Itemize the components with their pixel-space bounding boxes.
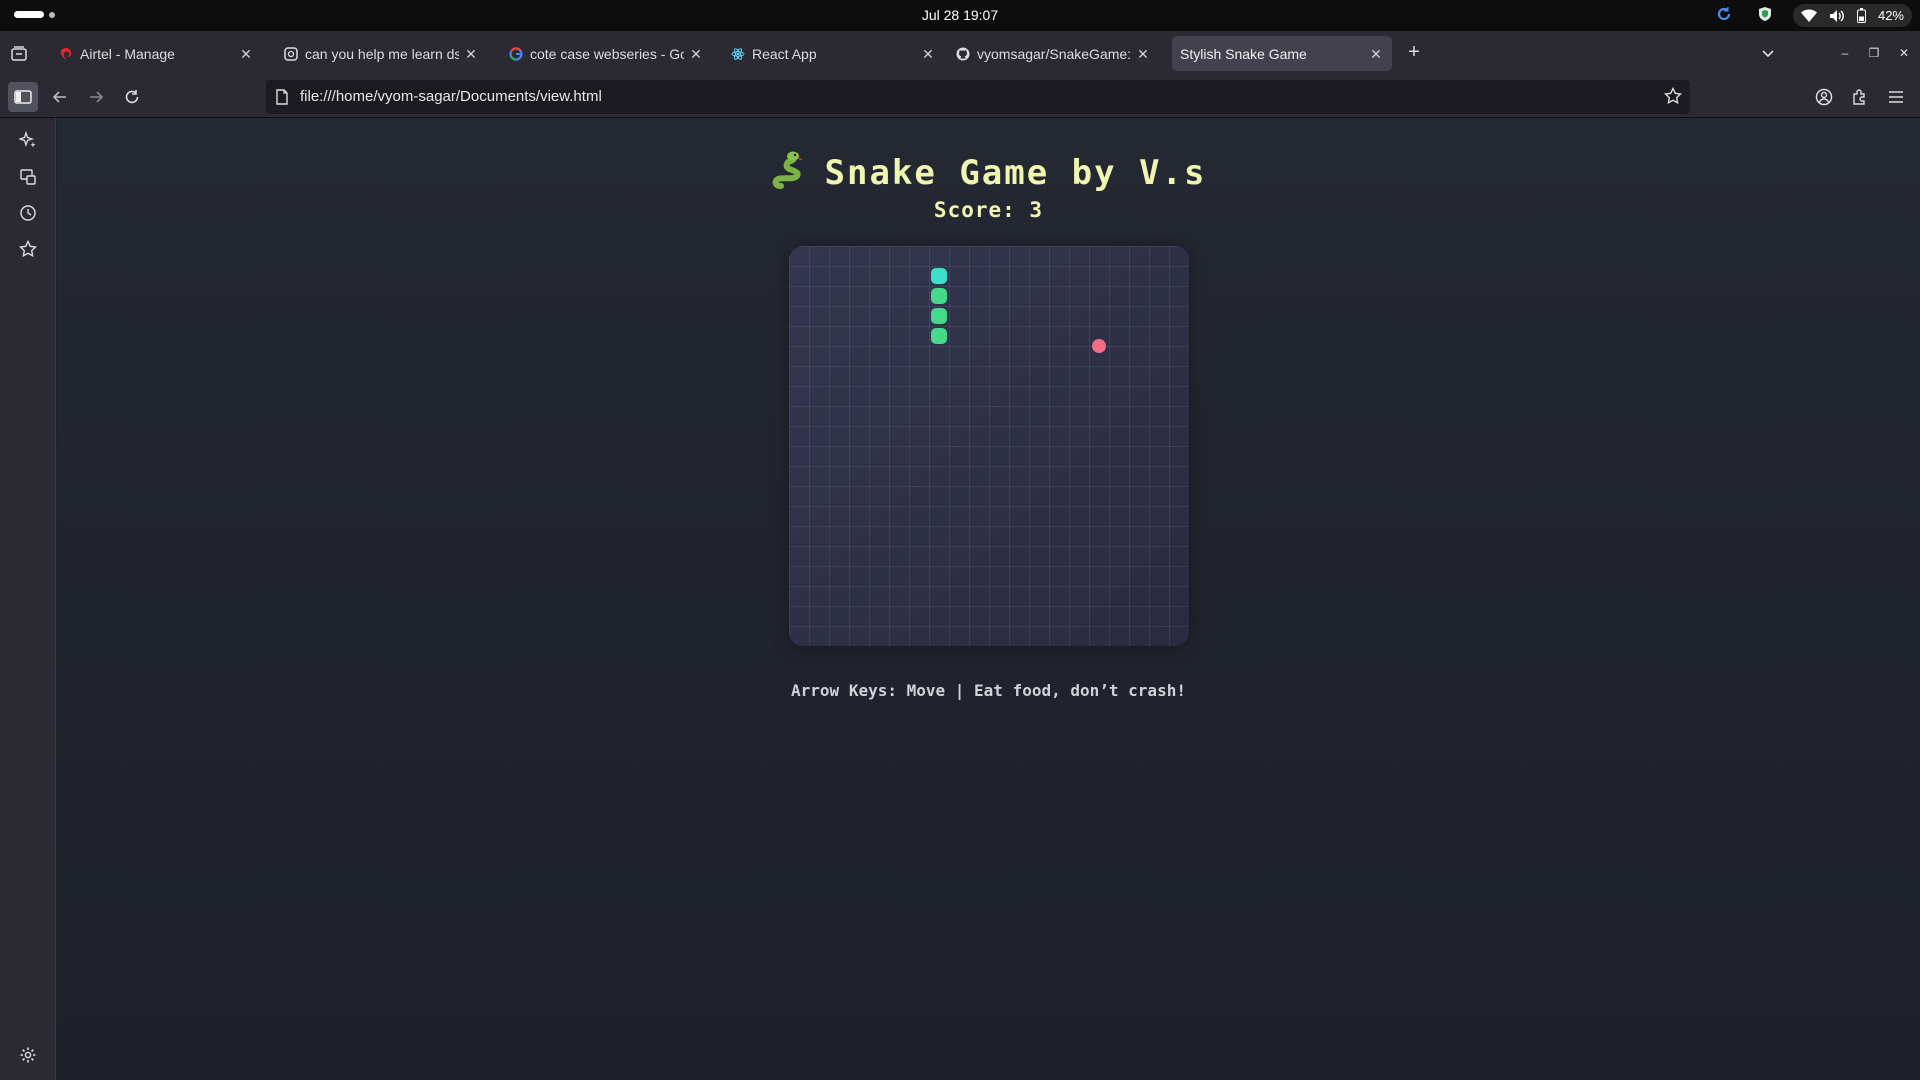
tab-github[interactable]: vyomsagar/SnakeGame: I ✕: [947, 36, 1159, 71]
game-board[interactable]: [789, 246, 1189, 646]
tab-title: cote case webseries - Goo: [530, 45, 684, 62]
tab-react-app[interactable]: React App ✕: [722, 36, 944, 71]
snake-segment: [931, 308, 947, 324]
tab-dsa-chat[interactable]: can you help me learn dsa ✕: [275, 36, 487, 71]
tab-title: React App: [752, 45, 817, 62]
close-tab-icon[interactable]: ✕: [1135, 46, 1151, 62]
minimize-window-icon[interactable]: –: [1837, 45, 1853, 61]
airtel-icon: [58, 46, 74, 62]
extensions-button[interactable]: [1845, 82, 1875, 112]
workspace-indicator: [49, 11, 55, 18]
snake-segment: [931, 328, 947, 344]
firefox-view-icon[interactable]: [10, 45, 28, 63]
forward-button[interactable]: [81, 82, 111, 112]
activities-button[interactable]: [14, 11, 55, 18]
close-tab-icon[interactable]: ✕: [463, 46, 479, 62]
close-tab-icon[interactable]: ✕: [920, 46, 936, 62]
reload-icon: [125, 90, 139, 104]
account-button[interactable]: [1809, 82, 1839, 112]
clock[interactable]: Jul 28 19:07: [922, 7, 998, 23]
score-display: Score: 3: [933, 198, 1044, 222]
account-icon: [1815, 88, 1833, 106]
game-heading: Snake Game by V.s: [57, 150, 1920, 193]
sidebar-toggle-button[interactable]: [8, 82, 38, 112]
hamburger-menu-icon: [1889, 91, 1903, 103]
address-bar[interactable]: file:///home/vyom-sagar/Documents/view.h…: [266, 80, 1690, 114]
volume-icon: [1829, 9, 1845, 23]
sidebar-bookmarks-button[interactable]: [17, 238, 39, 260]
workspace-indicator-active: [14, 11, 44, 18]
sidebar-history-button[interactable]: [17, 202, 39, 224]
puzzle-piece-icon: [1853, 89, 1865, 105]
game-instructions: Arrow Keys: Move | Eat food, don’t crash…: [791, 681, 1186, 700]
history-clock-icon: [20, 205, 36, 221]
restore-window-icon[interactable]: ❐: [1866, 45, 1882, 61]
snake-segment: [931, 288, 947, 304]
game-title: Snake Game by V.s: [824, 153, 1207, 193]
sparkle-icon: [19, 131, 36, 148]
google-icon: [508, 46, 524, 62]
tab-airtel[interactable]: Airtel - Manage ✕: [50, 36, 262, 71]
new-tab-button[interactable]: +: [1404, 42, 1424, 62]
menu-button[interactable]: [1881, 82, 1911, 112]
wifi-icon: [1800, 9, 1817, 23]
browser-sidebar: [0, 118, 56, 1080]
url-text[interactable]: file:///home/vyom-sagar/Documents/view.h…: [300, 88, 602, 105]
food-pellet: [1092, 339, 1106, 353]
vpn-shield-icon[interactable]: [1758, 6, 1772, 22]
github-icon: [955, 46, 971, 62]
tab-stylish-snake-game[interactable]: Stylish Snake Game ✕: [1172, 36, 1392, 71]
system-top-bar: Jul 28 19:07 42%: [0, 0, 1920, 31]
tab-strip: Airtel - Manage ✕ can you help me learn …: [0, 31, 1920, 76]
close-window-icon[interactable]: ✕: [1896, 45, 1912, 61]
tab-title: Airtel - Manage: [80, 45, 175, 62]
tab-title: can you help me learn dsa: [305, 45, 459, 62]
snake-emoji-icon: [771, 150, 811, 190]
back-button[interactable]: [45, 82, 75, 112]
tab-google-search[interactable]: cote case webseries - Goo ✕: [500, 36, 712, 71]
page-icon[interactable]: [276, 89, 288, 110]
battery-icon: [1856, 8, 1866, 23]
close-tab-icon[interactable]: ✕: [238, 46, 254, 62]
system-status-menu[interactable]: 42%: [1792, 4, 1912, 27]
reload-button[interactable]: [117, 82, 147, 112]
update-icon[interactable]: [1716, 6, 1732, 22]
ai-chat-icon: [283, 46, 299, 62]
close-tab-icon[interactable]: ✕: [1368, 46, 1384, 62]
tab-title: Stylish Snake Game: [1180, 45, 1307, 62]
bookmark-star-icon[interactable]: [1663, 86, 1683, 110]
sidebar-icon: [14, 90, 32, 104]
back-arrow-icon: [52, 91, 66, 103]
sidebar-ai-chatbot-button[interactable]: [17, 129, 39, 151]
snake-head: [931, 268, 947, 284]
battery-percent: 42%: [1877, 8, 1904, 23]
bookmarks-star-icon: [19, 240, 37, 258]
react-icon: [730, 46, 746, 62]
gear-icon: [20, 1047, 36, 1063]
sidebar-synced-tabs-button[interactable]: [17, 166, 39, 188]
list-all-tabs-icon[interactable]: [1760, 45, 1776, 61]
page-content: Snake Game by V.s Score: 3 Arrow Keys: M…: [57, 118, 1920, 1080]
navigation-toolbar: file:///home/vyom-sagar/Documents/view.h…: [0, 76, 1920, 118]
forward-arrow-icon: [90, 91, 104, 103]
sidebar-customize-button[interactable]: [17, 1044, 39, 1066]
tab-title: vyomsagar/SnakeGame: I: [977, 45, 1131, 62]
synced-tabs-icon: [20, 169, 36, 185]
close-tab-icon[interactable]: ✕: [688, 46, 704, 62]
